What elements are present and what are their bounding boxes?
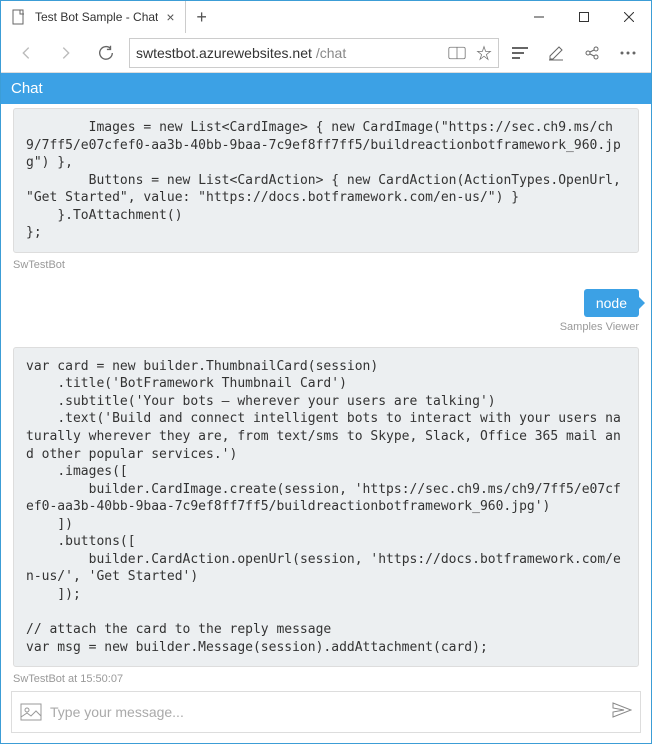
hub-button[interactable] [505, 36, 535, 70]
tab-title: Test Bot Sample - Chat [35, 10, 158, 24]
close-tab-icon[interactable]: × [166, 9, 174, 25]
bot-message: Images = new List<CardImage> { new CardI… [13, 108, 639, 253]
nav-bar: swtestbot.azurewebsites.net/chat [1, 33, 651, 73]
share-icon[interactable] [577, 36, 607, 70]
image-icon[interactable] [20, 703, 42, 721]
more-icon[interactable] [613, 36, 643, 70]
back-button[interactable] [9, 36, 43, 70]
browser-tab[interactable]: Test Bot Sample - Chat × [1, 1, 186, 33]
url-path: /chat [316, 45, 346, 61]
bot-message: var card = new builder.ThumbnailCard(ses… [13, 347, 639, 667]
close-window-button[interactable] [606, 1, 651, 33]
url-host: swtestbot.azurewebsites.net [136, 45, 312, 61]
chat-body: Images = new List<CardImage> { new CardI… [1, 104, 651, 685]
web-note-icon[interactable] [541, 36, 571, 70]
message-input[interactable] [50, 704, 604, 720]
message-meta: SwTestBot at 15:50:07 [13, 673, 639, 685]
chat-header: Chat [1, 73, 651, 104]
message-meta: Samples Viewer [13, 321, 639, 333]
user-message: node [584, 289, 639, 317]
message-meta: SwTestBot [13, 259, 639, 271]
new-tab-button[interactable]: + [186, 1, 218, 33]
send-button[interactable] [612, 702, 632, 723]
message-composer [11, 691, 641, 733]
reading-view-icon[interactable] [448, 45, 466, 61]
minimize-button[interactable] [516, 1, 561, 33]
refresh-button[interactable] [89, 36, 123, 70]
title-bar: Test Bot Sample - Chat × + [1, 1, 651, 33]
favorite-icon[interactable] [476, 45, 492, 61]
page-icon [11, 9, 27, 25]
maximize-button[interactable] [561, 1, 606, 33]
address-bar[interactable]: swtestbot.azurewebsites.net/chat [129, 38, 499, 68]
forward-button[interactable] [49, 36, 83, 70]
